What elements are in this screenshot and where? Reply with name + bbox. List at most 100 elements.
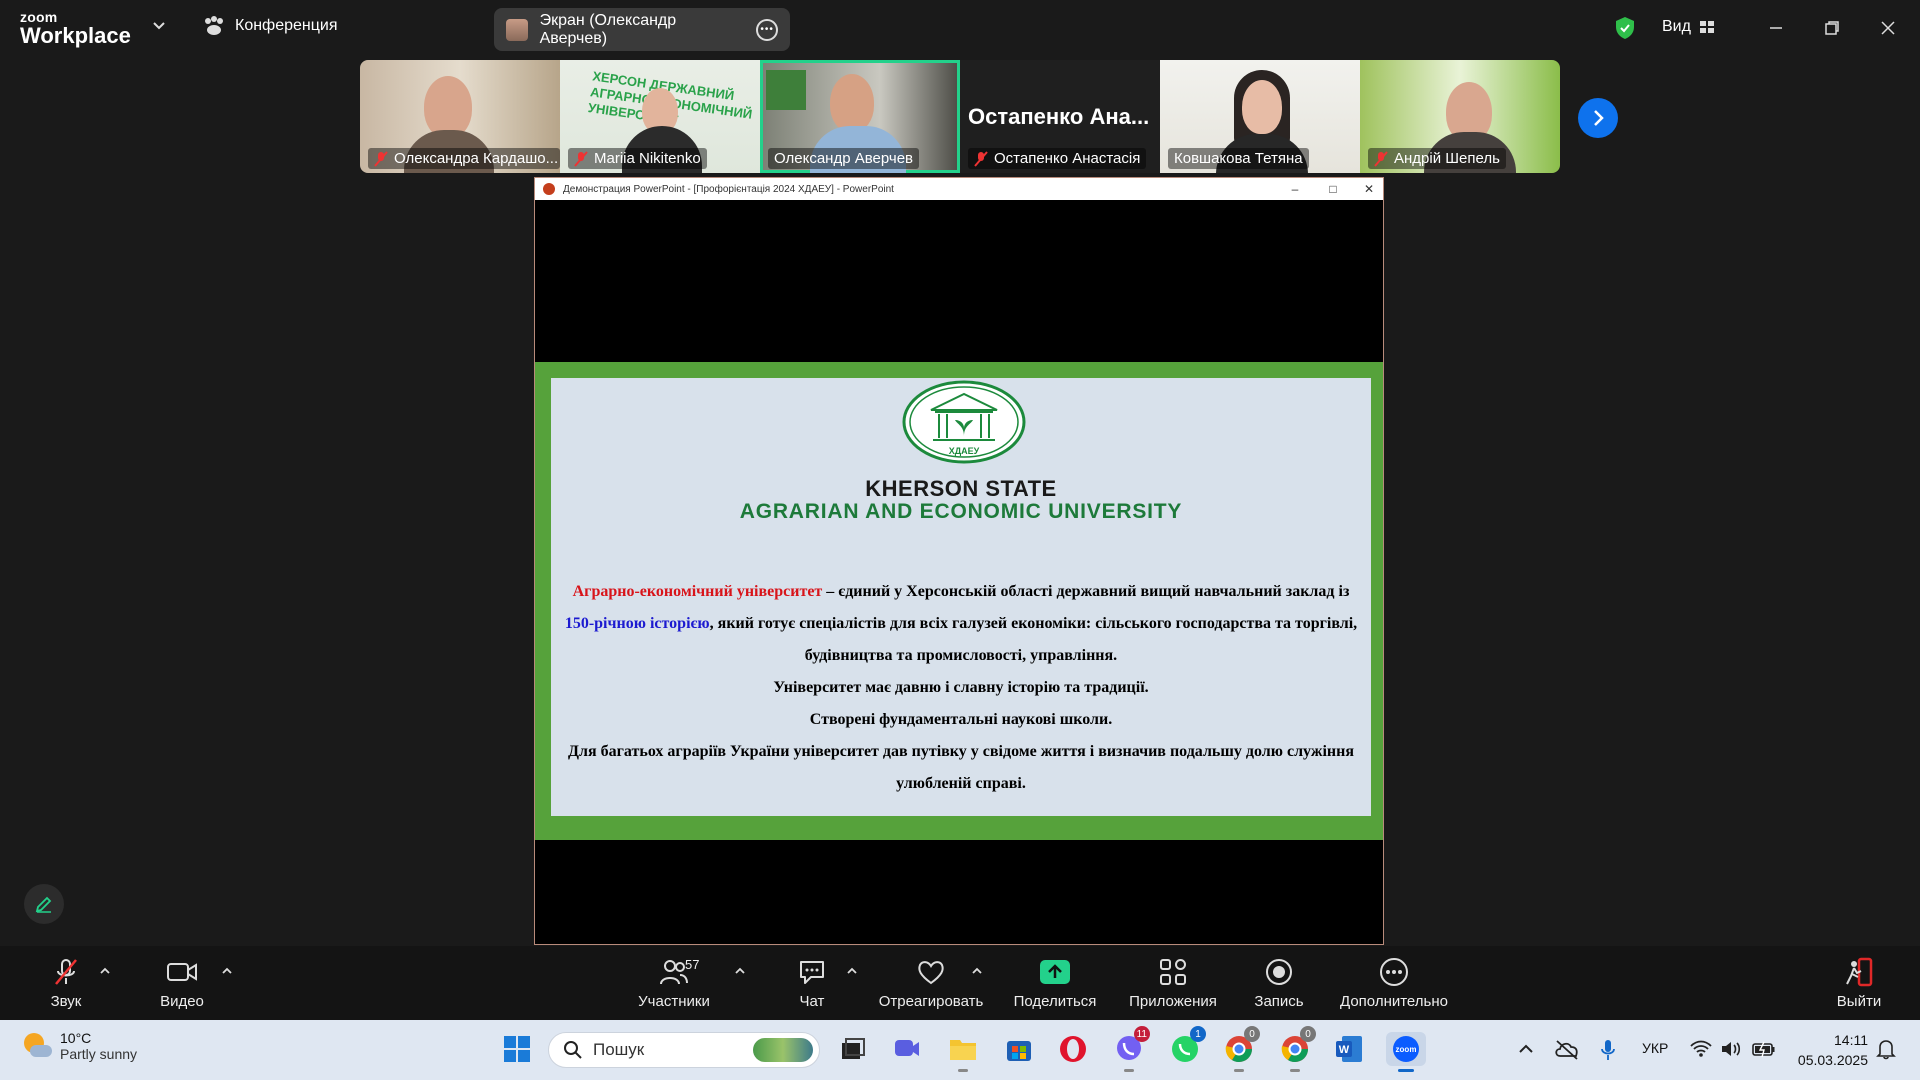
viber-badge: 11 xyxy=(1133,1026,1150,1042)
next-page-button[interactable] xyxy=(1578,98,1618,138)
record-icon xyxy=(1266,958,1292,985)
close-icon xyxy=(1881,21,1895,35)
annotate-button[interactable] xyxy=(24,884,64,924)
close-button[interactable] xyxy=(1874,14,1902,42)
more-button[interactable]: Дополнительно xyxy=(1336,946,1452,1020)
participant-video xyxy=(424,76,472,138)
title-bar: zoom Workplace Конференция Экран (Олекса… xyxy=(0,0,1920,56)
meet-app-button[interactable] xyxy=(890,1032,924,1066)
zoom-button[interactable]: zoom xyxy=(1386,1032,1426,1072)
chevron-down-icon[interactable] xyxy=(152,18,166,32)
slide-title-line1: KHERSON STATE xyxy=(865,476,1057,501)
search-placeholder: Пошук xyxy=(593,1040,645,1059)
participant-tile[interactable]: Остапенко Ана... Остапенко Анастасія xyxy=(960,60,1160,173)
word-button[interactable]: W xyxy=(1332,1032,1366,1066)
zoom-workplace-logo: zoom Workplace xyxy=(20,10,131,47)
store-icon xyxy=(1007,1041,1031,1061)
share-screen-icon xyxy=(1040,959,1070,984)
input-language[interactable]: УКР xyxy=(1642,1040,1668,1056)
chrome-button-1[interactable]: 0 xyxy=(1222,1026,1260,1072)
zoom-icon: zoom xyxy=(1393,1036,1419,1062)
chat-options-chevron-icon[interactable] xyxy=(845,964,859,978)
wifi-icon[interactable] xyxy=(1690,1040,1712,1058)
viber-button[interactable]: 11 xyxy=(1112,1026,1150,1072)
file-explorer-button[interactable] xyxy=(946,1032,980,1072)
share-button[interactable]: Поделиться xyxy=(1014,946,1096,1020)
participant-name: Олександра Кардашо... xyxy=(368,148,560,169)
mic-muted-icon xyxy=(974,150,988,167)
battery-charging-icon[interactable] xyxy=(1752,1040,1776,1058)
view-label: Вид xyxy=(1662,18,1691,35)
participant-tile[interactable]: Ковшакова Тетяна xyxy=(1160,60,1360,173)
microphone-icon[interactable] xyxy=(1600,1038,1616,1062)
react-button[interactable]: Отреагировать xyxy=(878,946,984,1020)
chevron-right-icon xyxy=(1594,110,1604,126)
participant-tile[interactable]: ХЕРСОН ДЕРЖАВНИЙ АГРАРНО ЕКОНОМІЧНИЙ УНІВЕ… xyxy=(560,60,760,173)
notification-bell-icon[interactable] xyxy=(1876,1038,1896,1060)
whatsapp-button[interactable]: 1 xyxy=(1168,1026,1206,1066)
search-icon xyxy=(564,1041,582,1059)
shared-screen-powerpoint: Демонстрация PowerPoint - [Профорієнтаці… xyxy=(534,177,1384,945)
participant-tile-active-speaker[interactable]: Олександр Аверчев xyxy=(760,60,960,173)
more-options-icon[interactable]: ••• xyxy=(756,18,778,41)
task-view-icon xyxy=(842,1038,865,1059)
chrome-button-2[interactable]: 0 xyxy=(1278,1026,1316,1072)
screen-share-label: Экран (Олександр Аверчев) xyxy=(539,11,677,47)
paragraph-4: Для багатьох аграріїв України університе… xyxy=(568,743,1354,792)
mic-muted-icon xyxy=(1374,150,1388,167)
participants-button[interactable]: 57 Участники xyxy=(636,946,712,1020)
start-button[interactable] xyxy=(500,1032,534,1066)
record-button[interactable]: Запись xyxy=(1252,946,1306,1020)
participants-options-chevron-icon[interactable] xyxy=(733,964,747,978)
participant-tile[interactable]: Олександра Кардашо... xyxy=(360,60,560,173)
svg-text:W: W xyxy=(1339,1044,1350,1056)
slide-title-line2: AGRARIAN AND ECONOMIC UNIVERSITY xyxy=(739,500,1183,523)
store-button[interactable] xyxy=(1002,1032,1036,1066)
screen-share-indicator[interactable]: Экран (Олександр Аверчев) ••• xyxy=(494,8,790,51)
windows-taskbar: 10°C Partly sunny Пошук 11 1 0 0 W zoom … xyxy=(0,1020,1920,1080)
participant-name: Андрій Шепель xyxy=(1368,148,1506,169)
system-clock[interactable]: 14:11 05.03.2025 xyxy=(1792,1030,1868,1070)
video-camera-icon xyxy=(167,962,197,981)
audio-options-chevron-icon[interactable] xyxy=(98,964,112,978)
chat-button[interactable]: Чат xyxy=(794,946,830,1020)
chrome-badge-2: 0 xyxy=(1300,1026,1316,1042)
volume-icon[interactable] xyxy=(1720,1040,1742,1058)
leave-button[interactable]: Выйти xyxy=(1834,946,1884,1020)
word-icon: W xyxy=(1336,1036,1362,1062)
conference-menu[interactable]: Конференция xyxy=(203,16,338,36)
clock-time: 14:11 xyxy=(1834,1032,1868,1048)
view-menu[interactable]: Вид xyxy=(1662,18,1715,36)
powerpoint-title-bar: Демонстрация PowerPoint - [Профорієнтаці… xyxy=(535,178,1383,200)
brand-bottom: Workplace xyxy=(20,23,131,48)
taskbar-search[interactable]: Пошук xyxy=(548,1032,820,1068)
video-options-chevron-icon[interactable] xyxy=(220,964,234,978)
powerpoint-icon xyxy=(543,183,555,195)
restore-icon xyxy=(1825,21,1839,35)
pp-minimize-icon[interactable]: – xyxy=(1287,181,1303,197)
minimize-icon xyxy=(1770,27,1782,29)
slide-body-text: Аграрно-економічний університет – єдиний… xyxy=(561,576,1361,800)
task-view-button[interactable] xyxy=(836,1032,870,1066)
minimize-button[interactable] xyxy=(1762,14,1790,42)
react-options-chevron-icon[interactable] xyxy=(970,964,984,978)
participant-tile[interactable]: Андрій Шепель xyxy=(1360,60,1560,173)
apps-button[interactable]: Приложения xyxy=(1126,946,1220,1020)
pp-maximize-icon[interactable]: □ xyxy=(1325,181,1341,197)
restore-button[interactable] xyxy=(1818,14,1846,42)
security-shield-icon[interactable] xyxy=(1614,16,1636,40)
onedrive-offline-icon[interactable] xyxy=(1554,1038,1580,1060)
paragraph-1: Аграрно-економічний університет – єдиний… xyxy=(564,583,1358,664)
search-highlight-image xyxy=(753,1038,813,1062)
participant-name: Mariia Nikitenko xyxy=(568,148,707,169)
show-hidden-icons-chevron-icon[interactable] xyxy=(1518,1042,1534,1056)
weather-widget[interactable]: 10°C Partly sunny xyxy=(22,1030,137,1062)
video-button[interactable]: Видео xyxy=(156,946,208,1020)
participant-name: Остапенко Анастасія xyxy=(968,148,1147,169)
audio-button[interactable]: Звук xyxy=(46,946,86,1020)
avatar xyxy=(506,18,528,41)
pp-close-icon[interactable]: ✕ xyxy=(1361,181,1377,197)
apps-icon xyxy=(1160,958,1186,985)
opera-button[interactable] xyxy=(1056,1032,1090,1066)
participants-count: 57 xyxy=(685,956,700,972)
